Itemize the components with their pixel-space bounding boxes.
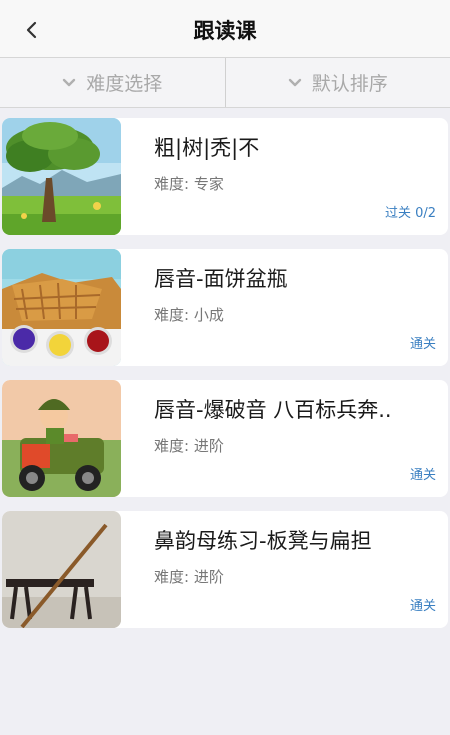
- lesson-progress-status: 通关: [409, 468, 436, 483]
- lesson-progress-status: 通关: [409, 337, 436, 352]
- lesson-title: 唇音-爆破音 八百标兵奔..: [154, 398, 392, 422]
- lesson-difficulty: 难度: 小成: [154, 306, 224, 324]
- lesson-difficulty: 难度: 进阶: [154, 437, 224, 455]
- chevron-down-icon: [288, 78, 302, 88]
- lesson-card[interactable]: 粗|树|秃|不 难度: 专家 过关 0/2: [2, 118, 448, 235]
- sort-order-label: 默认排序: [311, 73, 388, 95]
- filter-bar: 难度选择 默认排序: [0, 58, 450, 108]
- lesson-difficulty: 难度: 专家: [154, 175, 224, 193]
- lesson-progress-status: 过关 0/2: [384, 206, 436, 221]
- lesson-card[interactable]: 唇音-爆破音 八百标兵奔.. 难度: 进阶 通关: [2, 380, 448, 497]
- lesson-card[interactable]: 唇音-面饼盆瓶 难度: 小成 通关: [2, 249, 448, 366]
- difficulty-filter-label: 难度选择: [86, 73, 163, 95]
- chevron-down-icon: [62, 78, 76, 88]
- lesson-difficulty: 难度: 进阶: [154, 568, 224, 586]
- lesson-title: 唇音-面饼盆瓶: [154, 267, 288, 291]
- lesson-thumbnail-soldier-jeep: [2, 380, 121, 497]
- difficulty-filter-dropdown[interactable]: 难度选择: [0, 58, 225, 107]
- lesson-title: 鼻韵母练习-板凳与扁担: [154, 529, 372, 553]
- lesson-thumbnail-waffles-paint: [2, 249, 121, 366]
- lesson-thumbnail-bench-pole: [2, 511, 121, 628]
- lesson-card[interactable]: 鼻韵母练习-板凳与扁担 难度: 进阶 通关: [2, 511, 448, 628]
- sort-order-dropdown[interactable]: 默认排序: [224, 58, 450, 107]
- lesson-thumbnail-tree-landscape: [2, 118, 121, 235]
- page-title: 跟读课: [193, 19, 257, 43]
- top-navigation-bar: 跟读课: [0, 0, 450, 58]
- lesson-progress-status: 通关: [409, 599, 436, 614]
- lesson-title: 粗|树|秃|不: [154, 136, 260, 160]
